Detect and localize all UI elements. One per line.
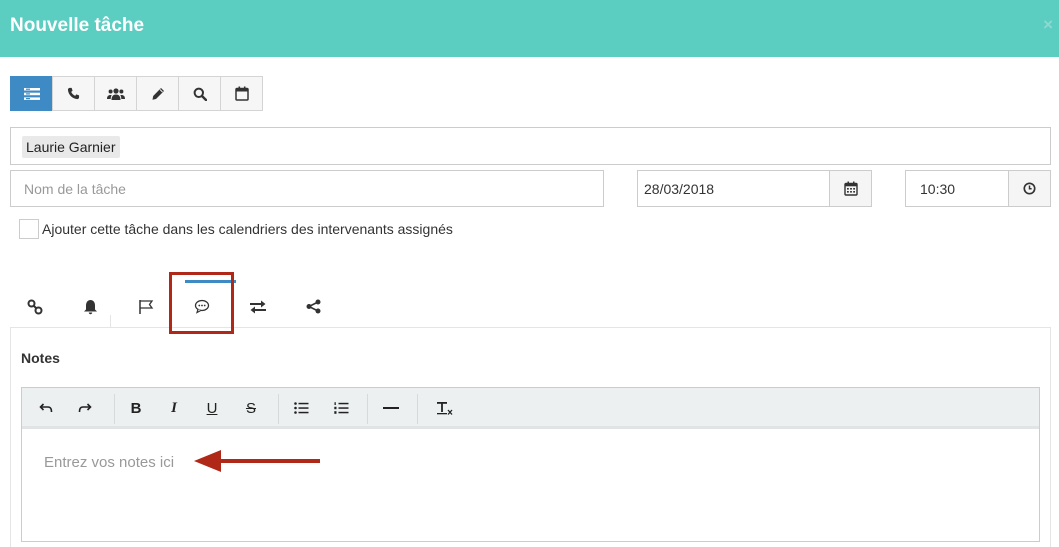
redo-icon bbox=[78, 403, 92, 413]
horizontal-rule-button[interactable] bbox=[379, 398, 403, 418]
bold-button[interactable]: B bbox=[124, 398, 148, 418]
group-icon bbox=[106, 87, 125, 100]
assignee-chip[interactable]: Laurie Garnier bbox=[22, 136, 120, 158]
tab-reminders[interactable] bbox=[65, 272, 115, 327]
tab-links[interactable] bbox=[10, 272, 60, 327]
tab-notes[interactable] bbox=[177, 272, 236, 327]
notes-title: Notes bbox=[21, 350, 60, 366]
toolbar-separator bbox=[278, 394, 279, 424]
strikethrough-button[interactable]: S bbox=[239, 398, 263, 418]
undo-icon bbox=[39, 403, 53, 413]
toolbar-separator bbox=[114, 394, 115, 424]
link-icon bbox=[27, 299, 43, 314]
task-type-phone-button[interactable] bbox=[52, 76, 95, 111]
undo-button[interactable] bbox=[34, 398, 58, 418]
phone-icon bbox=[67, 87, 80, 100]
dialog-header: Nouvelle tâche × bbox=[0, 0, 1059, 57]
italic-button[interactable]: I bbox=[162, 398, 186, 418]
add-to-calendars-label[interactable]: Ajouter cette tâche dans les calendriers… bbox=[42, 221, 453, 237]
add-to-calendars-checkbox[interactable] bbox=[19, 219, 39, 239]
clear-format-button[interactable] bbox=[432, 398, 456, 418]
search-icon bbox=[193, 87, 207, 101]
time-picker bbox=[905, 170, 1051, 207]
calendar-icon bbox=[843, 181, 858, 196]
tab-priority[interactable] bbox=[121, 272, 171, 327]
notes-text-area[interactable]: Entrez vos notes ici bbox=[44, 454, 174, 471]
time-input[interactable] bbox=[906, 171, 1008, 206]
bell-icon bbox=[83, 299, 97, 314]
task-type-meeting-button[interactable] bbox=[94, 76, 137, 111]
task-type-search-button[interactable] bbox=[178, 76, 221, 111]
comment-icon bbox=[194, 299, 210, 314]
time-picker-button[interactable] bbox=[1008, 171, 1050, 206]
task-type-edit-button[interactable] bbox=[136, 76, 179, 111]
toolbar-separator bbox=[417, 394, 418, 424]
pencil-icon bbox=[152, 87, 164, 100]
clock-icon bbox=[1023, 182, 1036, 195]
date-picker bbox=[637, 170, 872, 207]
detail-tabs bbox=[10, 272, 1051, 328]
bullet-list-button[interactable] bbox=[289, 398, 313, 418]
annotation-arrow bbox=[194, 450, 320, 472]
editor-toolbar: B I U S bbox=[22, 388, 1039, 429]
horizontal-rule-icon bbox=[383, 407, 399, 409]
redo-button[interactable] bbox=[73, 398, 97, 418]
tab-share[interactable] bbox=[288, 272, 338, 327]
toolbar-separator bbox=[367, 394, 368, 424]
list-icon bbox=[23, 87, 40, 100]
numbered-list-icon bbox=[333, 402, 348, 414]
task-name-input[interactable] bbox=[10, 170, 604, 207]
clear-format-icon bbox=[436, 401, 452, 415]
calendar-icon bbox=[234, 86, 249, 101]
underline-button[interactable]: U bbox=[200, 398, 224, 418]
date-picker-button[interactable] bbox=[829, 171, 871, 206]
calendar-option: Ajouter cette tâche dans les calendriers… bbox=[19, 219, 453, 239]
date-input[interactable] bbox=[638, 171, 829, 206]
task-type-list-button[interactable] bbox=[10, 76, 53, 111]
assignee-field[interactable]: Laurie Garnier bbox=[10, 127, 1051, 165]
exchange-icon bbox=[250, 300, 266, 313]
flag-icon bbox=[139, 299, 154, 314]
task-type-calendar-button[interactable] bbox=[220, 76, 263, 111]
close-button[interactable]: × bbox=[1043, 15, 1053, 35]
tab-transfer[interactable] bbox=[233, 272, 283, 327]
numbered-list-button[interactable] bbox=[329, 398, 353, 418]
task-type-selector bbox=[10, 76, 263, 111]
dialog-title: Nouvelle tâche bbox=[10, 15, 145, 36]
share-icon bbox=[306, 299, 320, 314]
bullet-list-icon bbox=[293, 402, 308, 414]
